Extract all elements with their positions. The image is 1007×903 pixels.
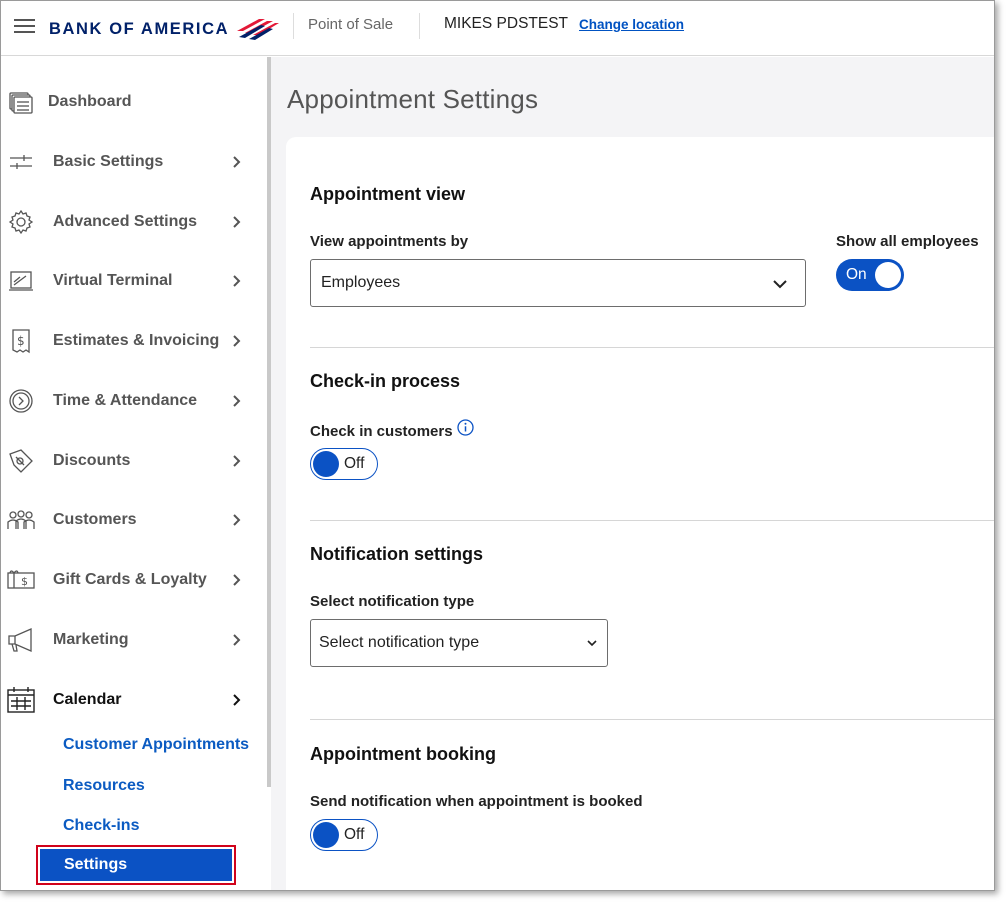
top-bar: BANK OF AMERICA Point of Sale MIKES PDST… xyxy=(1,1,994,56)
dashboard-icon xyxy=(7,88,35,116)
section-divider xyxy=(310,719,994,720)
svg-text:$: $ xyxy=(17,334,25,348)
toggle-knob xyxy=(313,822,339,848)
header-divider xyxy=(293,13,294,39)
notification-type-label: Select notification type xyxy=(310,593,475,610)
flag-logo-icon xyxy=(237,19,280,40)
clock-icon xyxy=(7,387,35,415)
sidebar-item-customers[interactable]: Customers xyxy=(1,498,261,542)
chevron-right-icon xyxy=(233,216,241,228)
sidebar-item-dashboard[interactable]: Dashboard xyxy=(1,80,261,124)
chevron-right-icon xyxy=(233,514,241,526)
sidebar-item-label: Gift Cards & Loyalty xyxy=(53,571,207,588)
sidebar-item-advanced-settings[interactable]: Advanced Settings xyxy=(1,200,261,244)
change-location-link[interactable]: Change location xyxy=(579,17,684,32)
toggle-state: Off xyxy=(344,826,365,843)
view-appointments-by-label: View appointments by xyxy=(310,233,469,250)
chevron-right-icon xyxy=(233,395,241,407)
section-title-notification-settings: Notification settings xyxy=(310,544,484,564)
sidebar-subitem-customer-appointments[interactable]: Customer Appointments xyxy=(63,736,249,754)
chevron-down-icon xyxy=(773,280,787,289)
sidebar-item-calendar[interactable]: Calendar xyxy=(1,678,261,722)
chevron-right-icon xyxy=(233,574,241,586)
sidebar-subitem-check-ins[interactable]: Check-ins xyxy=(63,817,139,835)
sidebar-item-label: Marketing xyxy=(53,631,129,648)
sidebar-item-marketing[interactable]: Marketing xyxy=(1,618,261,662)
send-notification-toggle[interactable]: Off xyxy=(310,819,378,851)
sidebar-item-label: Discounts xyxy=(53,452,131,469)
chevron-right-icon xyxy=(233,634,241,646)
chevron-down-icon xyxy=(587,640,597,647)
svg-text:$: $ xyxy=(21,575,28,588)
chevron-right-icon xyxy=(233,275,241,287)
sidebar-subitem-resources[interactable]: Resources xyxy=(63,777,145,795)
chevron-right-icon xyxy=(233,455,241,467)
check-in-customers-label: Check in customers xyxy=(310,423,453,440)
app-window: BANK OF AMERICA Point of Sale MIKES PDST… xyxy=(0,0,995,891)
people-icon xyxy=(7,506,35,534)
settings-card: Appointment view View appointments by Em… xyxy=(286,137,994,890)
sidebar-item-gift-cards-loyalty[interactable]: $ Gift Cards & Loyalty xyxy=(1,558,261,602)
toggle-knob xyxy=(875,262,901,288)
sidebar-item-label: Dashboard xyxy=(48,93,132,110)
chevron-right-icon xyxy=(233,694,241,706)
invoice-icon: $ xyxy=(7,327,35,355)
header-divider xyxy=(419,13,420,39)
send-notification-label: Send notification when appointment is bo… xyxy=(310,793,643,810)
merchant-name: MIKES PDSTEST xyxy=(444,15,569,32)
terminal-icon xyxy=(7,267,35,295)
select-value: Employees xyxy=(321,274,401,291)
product-label: Point of Sale xyxy=(308,16,394,33)
section-divider xyxy=(310,520,994,521)
sidebar-item-label: Time & Attendance xyxy=(53,392,198,409)
sidebar-item-label: Virtual Terminal xyxy=(53,272,173,289)
hamburger-menu-icon[interactable] xyxy=(14,19,35,35)
toggle-state: Off xyxy=(344,455,365,472)
toggle-state: On xyxy=(846,266,867,283)
page-title: Appointment Settings xyxy=(287,84,539,114)
sidebar-item-estimates-invoicing[interactable]: $ Estimates & Invoicing xyxy=(1,319,261,363)
chevron-right-icon xyxy=(233,335,241,347)
main-content: Appointment Settings Appointment view Vi… xyxy=(271,57,994,890)
sidebar-item-time-attendance[interactable]: Time & Attendance xyxy=(1,379,261,423)
sliders-icon xyxy=(7,148,35,176)
section-title-check-in: Check-in process xyxy=(310,371,461,391)
gift-card-icon: $ xyxy=(7,566,35,594)
tag-icon xyxy=(7,447,35,475)
sidebar-item-virtual-terminal[interactable]: Virtual Terminal xyxy=(1,259,261,303)
view-appointments-by-select[interactable]: Employees xyxy=(310,259,806,307)
gear-icon xyxy=(7,208,35,236)
show-all-employees-toggle[interactable]: On xyxy=(836,259,904,291)
logo-text: BANK OF AMERICA xyxy=(49,19,230,38)
sidebar-subitem-settings[interactable]: Settings xyxy=(40,849,232,881)
notification-type-select[interactable]: Select notification type xyxy=(310,619,608,667)
section-title-appointment-booking: Appointment booking xyxy=(310,744,496,764)
sidebar-item-label: Customers xyxy=(53,511,137,528)
calendar-icon xyxy=(7,686,35,714)
info-icon[interactable] xyxy=(457,419,474,436)
megaphone-icon xyxy=(7,626,35,654)
sidebar: Dashboard Basic Settings Advanced Settin… xyxy=(1,57,267,890)
toggle-knob xyxy=(313,451,339,477)
select-value: Select notification type xyxy=(319,634,480,651)
sidebar-item-label: Estimates & Invoicing xyxy=(53,332,220,349)
section-title-appointment-view: Appointment view xyxy=(310,184,466,204)
show-all-employees-label: Show all employees xyxy=(836,233,979,250)
check-in-customers-toggle[interactable]: Off xyxy=(310,448,378,480)
sidebar-subitem-settings-highlight[interactable]: Settings xyxy=(36,845,236,885)
sidebar-item-label: Calendar xyxy=(53,691,122,708)
sidebar-item-label: Advanced Settings xyxy=(53,213,198,230)
chevron-right-icon xyxy=(233,156,241,168)
sidebar-item-basic-settings[interactable]: Basic Settings xyxy=(1,140,261,184)
bank-logo[interactable]: BANK OF AMERICA xyxy=(49,15,280,43)
sidebar-item-label: Basic Settings xyxy=(53,153,164,170)
sidebar-item-discounts[interactable]: Discounts xyxy=(1,439,261,483)
section-divider xyxy=(310,347,994,348)
